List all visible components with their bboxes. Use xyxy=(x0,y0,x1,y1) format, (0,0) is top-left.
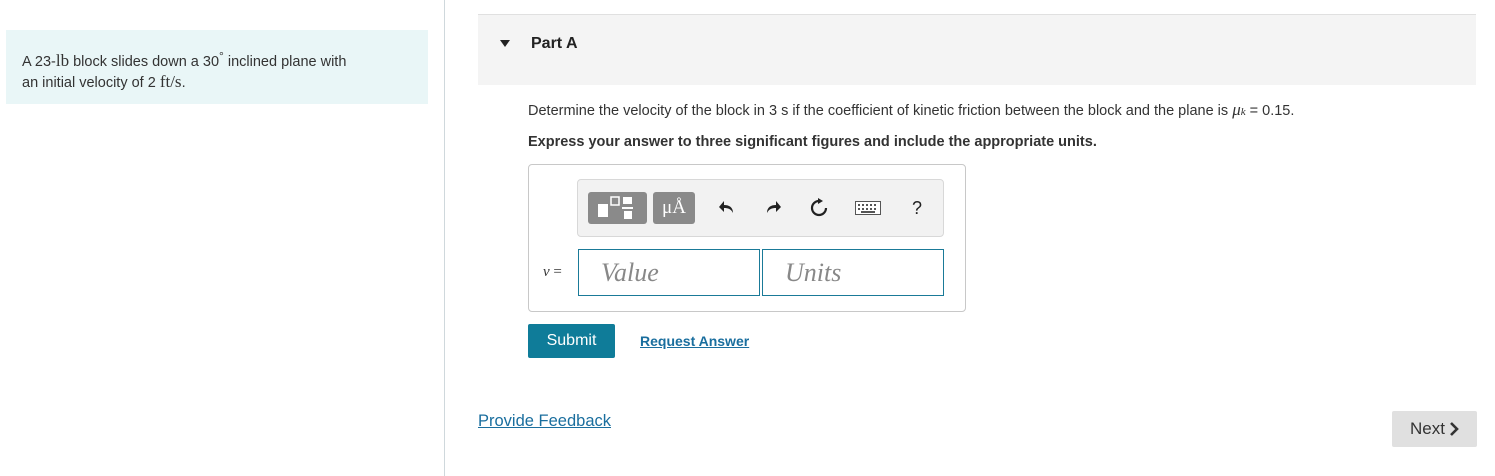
fraction-template-icon[interactable] xyxy=(588,192,647,224)
chevron-right-icon xyxy=(1450,422,1459,436)
provide-feedback-link[interactable]: Provide Feedback xyxy=(478,412,611,431)
mu-symbol: μ xyxy=(1232,100,1241,119)
caret-down-icon[interactable] xyxy=(500,40,510,47)
undo-icon[interactable] xyxy=(712,192,742,224)
value-input[interactable]: Value xyxy=(578,249,760,296)
units-button[interactable]: μÅ xyxy=(653,192,695,224)
part-a-header[interactable]: Part A xyxy=(478,14,1476,85)
units-input[interactable]: Units xyxy=(762,249,944,296)
answer-box: μÅ ? v = Value Units xyxy=(528,164,966,312)
math-toolbar: μÅ ? xyxy=(577,179,944,237)
help-button[interactable]: ? xyxy=(902,192,932,224)
next-button[interactable]: Next xyxy=(1392,411,1477,447)
redo-icon[interactable] xyxy=(758,192,788,224)
variable-label: v = xyxy=(543,264,562,280)
part-title: Part A xyxy=(531,35,578,52)
column-divider xyxy=(444,0,445,476)
keyboard-icon[interactable] xyxy=(853,192,883,224)
answer-instruction: Express your answer to three significant… xyxy=(528,134,1097,150)
submit-button[interactable]: Submit xyxy=(528,324,615,358)
next-label: Next xyxy=(1410,419,1445,438)
reset-icon[interactable] xyxy=(804,192,834,224)
question-text: Determine the velocity of the block in 3… xyxy=(528,100,1295,119)
request-answer-link[interactable]: Request Answer xyxy=(640,333,749,349)
problem-statement: A 23-lb block slides down a 30° inclined… xyxy=(6,30,428,104)
problem-text: A 23-lb block slides down a 30° inclined… xyxy=(22,49,347,91)
